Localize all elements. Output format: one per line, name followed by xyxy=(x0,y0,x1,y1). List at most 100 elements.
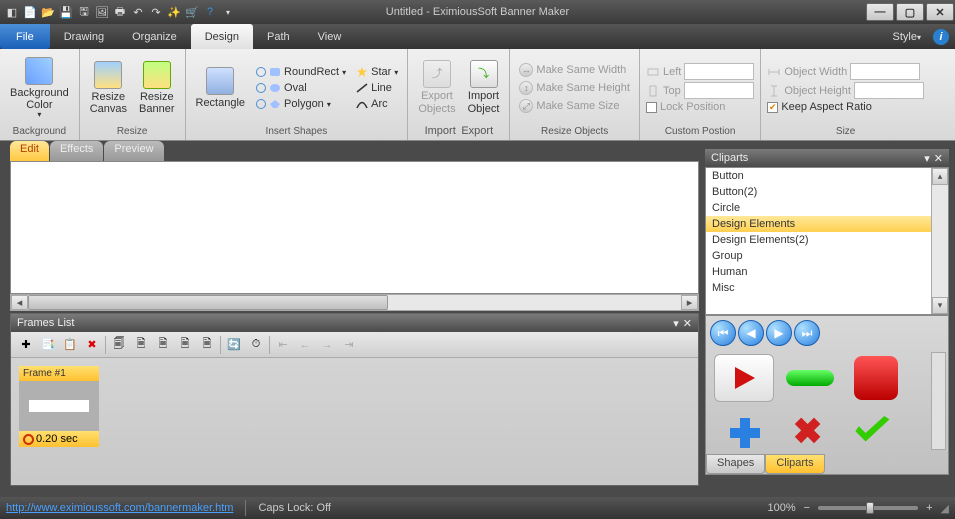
timer-icon[interactable]: ⏱ xyxy=(247,336,265,354)
first-icon[interactable]: ⇤ xyxy=(274,336,292,354)
frames-dropdown-icon[interactable]: ▾ xyxy=(673,317,679,330)
clipart-category[interactable]: Button xyxy=(706,168,948,184)
redo-icon[interactable]: ↷ xyxy=(148,4,164,20)
import-object-button[interactable]: ⤵ Import Object xyxy=(464,58,504,116)
clipart-category[interactable]: Design Elements(2) xyxy=(706,232,948,248)
polygon-button[interactable]: Polygon ▾ xyxy=(253,97,349,111)
clipart-category[interactable]: Button(2) xyxy=(706,184,948,200)
tab-effects[interactable]: Effects xyxy=(50,141,103,161)
nav-last-icon[interactable]: ⏭ xyxy=(794,320,820,346)
tab-edit[interactable]: Edit xyxy=(10,141,49,161)
image-icon[interactable]: 🖼 xyxy=(94,4,110,20)
tab-preview[interactable]: Preview xyxy=(104,141,163,161)
cliparts-close-icon[interactable]: ✕ xyxy=(934,152,943,165)
zoom-out-icon[interactable]: − xyxy=(804,502,810,514)
line-button[interactable]: Line xyxy=(353,81,401,95)
clipart-play-red[interactable] xyxy=(714,354,774,402)
help-icon[interactable]: ? xyxy=(202,4,218,20)
roundrect-button[interactable]: RoundRect ▾ xyxy=(253,65,349,79)
undo-icon[interactable]: ↶ xyxy=(130,4,146,20)
resize-grip-icon[interactable]: ◢ xyxy=(941,502,949,515)
clipart-square-red[interactable] xyxy=(846,354,906,402)
scroll-up-icon[interactable]: ▴ xyxy=(932,168,948,185)
clipart-category[interactable]: Design Elements xyxy=(706,216,948,232)
qat-dropdown-icon[interactable]: ▾ xyxy=(220,4,236,20)
frame-b-icon[interactable]: 🗎 xyxy=(154,336,172,354)
cart-icon[interactable]: 🛒 xyxy=(184,4,200,20)
scroll-left-icon[interactable]: ◂ xyxy=(11,295,28,310)
copy-icon[interactable]: 🗐 xyxy=(110,336,128,354)
group-size: Object Width Object Height ✔Keep Aspect … xyxy=(761,49,930,140)
info-icon[interactable]: i xyxy=(933,29,949,45)
clipart-pill-green[interactable] xyxy=(780,354,840,402)
zoom-slider[interactable] xyxy=(818,506,918,510)
cliparts-vscroll[interactable]: ▴ ▾ xyxy=(931,168,948,314)
canvas-tabs: Edit Effects Preview xyxy=(10,141,699,161)
new-icon[interactable]: 📄 xyxy=(22,4,38,20)
group-resize-objects: ↔Make Same Width ↕Make Same Height ⤢Make… xyxy=(510,49,640,140)
saveas-icon[interactable]: 🖫 xyxy=(76,4,92,20)
arc-button[interactable]: Arc xyxy=(353,97,401,111)
clipart-check-green[interactable] xyxy=(846,408,906,456)
preview-vscroll[interactable] xyxy=(931,352,946,450)
prev-icon[interactable]: ← xyxy=(296,336,314,354)
keep-aspect-checkbox[interactable]: ✔ xyxy=(767,102,778,113)
paste-frame-icon[interactable]: 📋 xyxy=(61,336,79,354)
background-color-button[interactable]: Background Color▾ xyxy=(6,55,73,122)
wand-icon[interactable]: ✨ xyxy=(166,4,182,20)
save-icon[interactable]: 💾 xyxy=(58,4,74,20)
nav-first-icon[interactable]: ⏮ xyxy=(710,320,736,346)
rectangle-button[interactable]: Rectangle xyxy=(192,65,250,111)
menu-path[interactable]: Path xyxy=(253,24,304,49)
close-button[interactable]: ✕ xyxy=(926,3,954,21)
scroll-right-icon[interactable]: ▸ xyxy=(681,295,698,310)
tab-cliparts[interactable]: Cliparts xyxy=(765,454,824,474)
nav-prev-icon[interactable]: ◀ xyxy=(738,320,764,346)
menu-organize[interactable]: Organize xyxy=(118,24,191,49)
zoom-in-icon[interactable]: + xyxy=(926,502,932,514)
menu-view[interactable]: View xyxy=(304,24,356,49)
resize-canvas-button[interactable]: Resize Canvas xyxy=(86,59,131,117)
clipart-category[interactable]: Group xyxy=(706,248,948,264)
clipart-category[interactable]: Misc xyxy=(706,280,948,296)
pos-left-row: Left xyxy=(646,63,754,80)
refresh-icon[interactable]: 🔄 xyxy=(225,336,243,354)
status-url[interactable]: http://www.eximioussoft.com/bannermaker.… xyxy=(6,502,233,514)
frame-d-icon[interactable]: 🗎 xyxy=(198,336,216,354)
print-icon[interactable]: 🖶 xyxy=(112,4,128,20)
clipart-category[interactable]: Circle xyxy=(706,200,948,216)
group-insert-shapes: Rectangle RoundRect ▾ Oval Polygon ▾ Sta… xyxy=(186,49,409,140)
clipart-category[interactable]: Human xyxy=(706,264,948,280)
dup-frame-icon[interactable]: 📑 xyxy=(39,336,57,354)
add-frame-icon[interactable]: ✚ xyxy=(17,336,35,354)
last-icon[interactable]: ⇥ xyxy=(340,336,358,354)
cliparts-dropdown-icon[interactable]: ▾ xyxy=(924,152,930,165)
nav-next-icon[interactable]: ▶ xyxy=(766,320,792,346)
group-label: Resize xyxy=(86,125,179,138)
minimize-button[interactable]: — xyxy=(866,3,894,21)
open-icon[interactable]: 📂 xyxy=(40,4,56,20)
clipart-plus-blue[interactable] xyxy=(714,408,774,456)
star-button[interactable]: Star ▾ xyxy=(353,65,401,79)
resize-banner-button[interactable]: Resize Banner xyxy=(135,59,178,117)
menu-design[interactable]: Design xyxy=(191,24,253,49)
tab-shapes[interactable]: Shapes xyxy=(706,454,765,474)
clipart-x-red[interactable] xyxy=(780,408,840,456)
menu-drawing[interactable]: Drawing xyxy=(50,24,118,49)
frame-item[interactable]: Frame #1 0.20 sec xyxy=(19,366,99,447)
group-label: Custom Postion xyxy=(646,125,754,138)
next-icon[interactable]: → xyxy=(318,336,336,354)
frame-a-icon[interactable]: 🗎 xyxy=(132,336,150,354)
canvas[interactable] xyxy=(10,161,699,294)
oval-button[interactable]: Oval xyxy=(253,81,349,95)
menu-file[interactable]: File xyxy=(0,24,50,49)
scroll-thumb[interactable] xyxy=(28,295,388,310)
menu-style[interactable]: Style▾ xyxy=(887,31,927,43)
canvas-hscroll[interactable]: ◂ ▸ xyxy=(10,294,699,311)
delete-frame-icon[interactable]: ✖ xyxy=(83,336,101,354)
frames-close-icon[interactable]: ✕ xyxy=(683,317,692,330)
scroll-down-icon[interactable]: ▾ xyxy=(932,297,948,314)
frame-c-icon[interactable]: 🗎 xyxy=(176,336,194,354)
keep-aspect-row[interactable]: ✔Keep Aspect Ratio xyxy=(767,101,924,113)
maximize-button[interactable]: ▢ xyxy=(896,3,924,21)
